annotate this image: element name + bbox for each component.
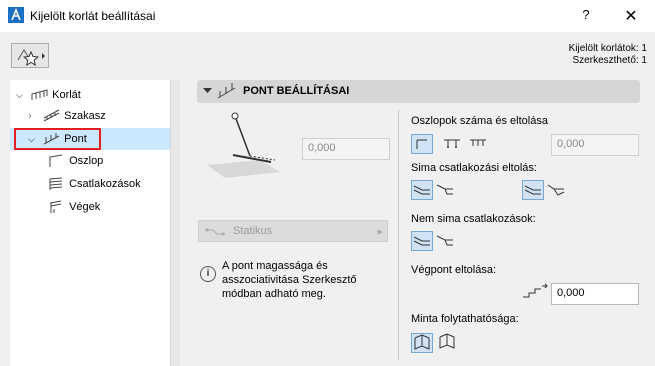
post-offset-triple-button[interactable] (467, 134, 489, 154)
tree-item-label: Korlát (52, 89, 81, 101)
tree-item-connections[interactable]: Csatlakozások (48, 175, 141, 193)
railing-icon (31, 89, 48, 101)
window-title: Kijelölt korlát beállításai (30, 9, 156, 23)
tree-item-label: Szakasz (64, 110, 106, 122)
chevron-right-icon: ▸ (377, 226, 383, 238)
favorites-star-icon (17, 49, 45, 67)
archicad-app-icon (8, 7, 24, 23)
end-offset-field[interactable]: 0,000 (551, 283, 639, 305)
highlight-frame (14, 128, 101, 150)
selected-count: Kijelölt korlátok: 1 (568, 43, 647, 54)
static-label: Statikus (233, 225, 273, 237)
tree-item-label: Végek (69, 201, 101, 213)
smooth-offset-option-3[interactable] (522, 180, 544, 200)
end-offset-label: Végpont eltolása: (411, 264, 497, 276)
point-offset-field[interactable]: 0,000 (302, 138, 390, 160)
ends-icon (50, 200, 62, 214)
help-button[interactable]: ? (576, 7, 596, 25)
tree-item-ends[interactable]: Végek (48, 198, 100, 216)
selection-info: Kijelölt korlátok: 1 Szerkeszthető: 1 (569, 43, 647, 67)
end-offset-icon (521, 281, 549, 304)
connections-icon (49, 177, 63, 191)
post-offset-double-button[interactable] (441, 134, 463, 154)
tree-item-segment[interactable]: › Szakasz (28, 107, 106, 125)
close-button[interactable]: ✕ (620, 6, 642, 26)
point-settings-icon (217, 82, 237, 103)
tree-scrollbar[interactable] (171, 80, 180, 366)
posts-label: Oszlopok száma és eltolása (411, 115, 548, 127)
smooth-offset-label: Sima csatlakozási eltolás: (411, 162, 537, 174)
info-message: A pont magassága és asszociativitása Sze… (222, 260, 357, 300)
pattern-continuity-option-2[interactable] (437, 333, 459, 353)
static-mode-icon (205, 228, 225, 236)
panel-divider (398, 110, 399, 360)
settings-tree: ⌵ Korlát › Szakasz ⌵ Pont Oszlop Csatlak… (10, 80, 171, 366)
segment-icon (43, 109, 60, 122)
tree-item-label: Oszlop (69, 155, 104, 167)
chevron-down-icon[interactable]: ⌵ (16, 86, 28, 104)
smooth-offset-option-4[interactable] (546, 180, 568, 200)
pattern-continuity-option-1[interactable] (411, 333, 433, 353)
panel-title: PONT BEÁLLÍTÁSAI (243, 85, 350, 97)
post-offset-single-button[interactable] (411, 134, 433, 154)
smooth-offset-option-2[interactable] (435, 180, 457, 200)
favorites-button[interactable] (11, 43, 49, 68)
pattern-continuity-label: Minta folytathatósága: (411, 313, 519, 325)
editable-count: Szerkeszthető: 1 (572, 55, 647, 66)
nonsmooth-label: Nem sima csatlakozások: (411, 213, 536, 225)
tree-item-label: Csatlakozások (69, 178, 141, 190)
post-icon (49, 154, 63, 168)
smooth-offset-option-1[interactable] (411, 180, 433, 200)
post-offset-field[interactable]: 0,000 (551, 134, 639, 156)
chevron-right-icon[interactable]: › (28, 107, 40, 125)
tree-item-railing[interactable]: ⌵ Korlát (16, 86, 81, 104)
point-height-illustration (205, 110, 285, 188)
nonsmooth-option-2[interactable] (435, 231, 457, 251)
info-icon: i (200, 266, 216, 282)
collapse-arrow-icon[interactable] (203, 86, 212, 98)
nonsmooth-option-1[interactable] (411, 231, 433, 251)
tree-item-post[interactable]: Oszlop (48, 152, 103, 170)
static-dropdown[interactable]: Statikus ▸ (198, 220, 388, 242)
